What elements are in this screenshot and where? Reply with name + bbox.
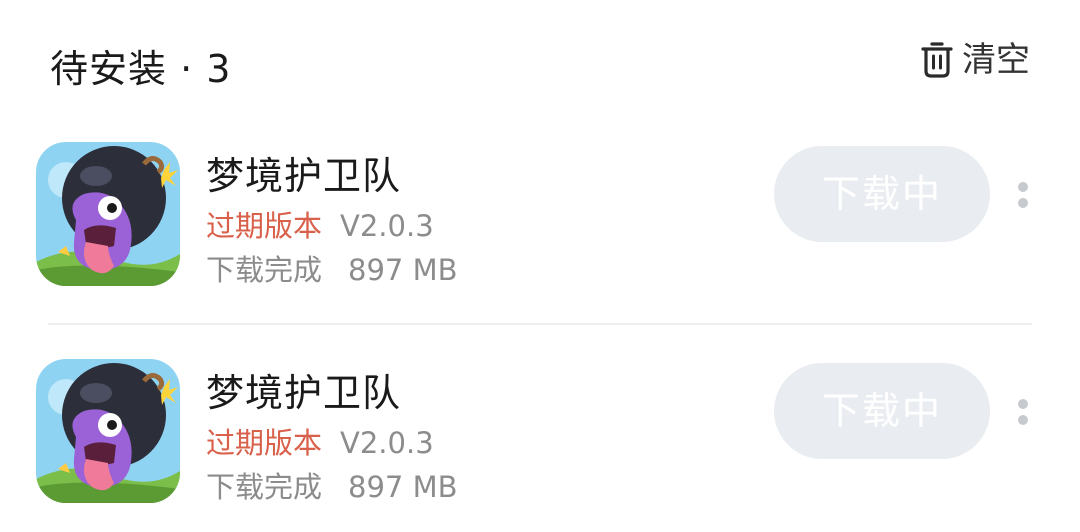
more-dots-icon [1018, 182, 1028, 192]
trash-icon [920, 41, 954, 79]
app-list-item[interactable]: 梦境护卫队 过期版本 V2.0.3 下载完成 897 MB 下载中 [0, 357, 1080, 507]
download-info: 下载完成 897 MB [206, 252, 458, 288]
version-number: V2.0.3 [340, 426, 434, 460]
version-info: 过期版本 V2.0.3 [206, 425, 434, 461]
more-options-button[interactable] [1010, 395, 1036, 429]
more-dots-icon-dot [1018, 415, 1028, 425]
downloading-button[interactable]: 下载中 [774, 146, 990, 242]
file-size: 897 MB [348, 253, 458, 287]
section-title: 待安装 · 3 [50, 47, 232, 91]
download-status: 下载完成 [206, 470, 323, 504]
app-list-item[interactable]: 梦境护卫队 过期版本 V2.0.3 下载完成 897 MB 下载中 [0, 140, 1080, 290]
file-size: 897 MB [348, 470, 458, 504]
app-icon [36, 359, 180, 503]
downloading-button[interactable]: 下载中 [774, 363, 990, 459]
more-options-button[interactable] [1010, 178, 1036, 212]
pending-install-header: 待安装 · 3 清空 [0, 0, 1080, 120]
more-dots-icon-dot [1018, 198, 1028, 208]
app-name: 梦境护卫队 [206, 371, 402, 415]
download-info: 下载完成 897 MB [206, 469, 458, 505]
app-icon [36, 142, 180, 286]
expired-version-tag: 过期版本 [206, 426, 323, 460]
download-status: 下载完成 [206, 253, 323, 287]
version-info: 过期版本 V2.0.3 [206, 208, 434, 244]
more-dots-icon [1018, 399, 1028, 409]
clear-all-button[interactable]: 清空 [920, 38, 1030, 82]
app-name: 梦境护卫队 [206, 154, 402, 198]
expired-version-tag: 过期版本 [206, 209, 323, 243]
clear-label: 清空 [962, 40, 1030, 80]
version-number: V2.0.3 [340, 209, 434, 243]
divider [48, 323, 1032, 325]
